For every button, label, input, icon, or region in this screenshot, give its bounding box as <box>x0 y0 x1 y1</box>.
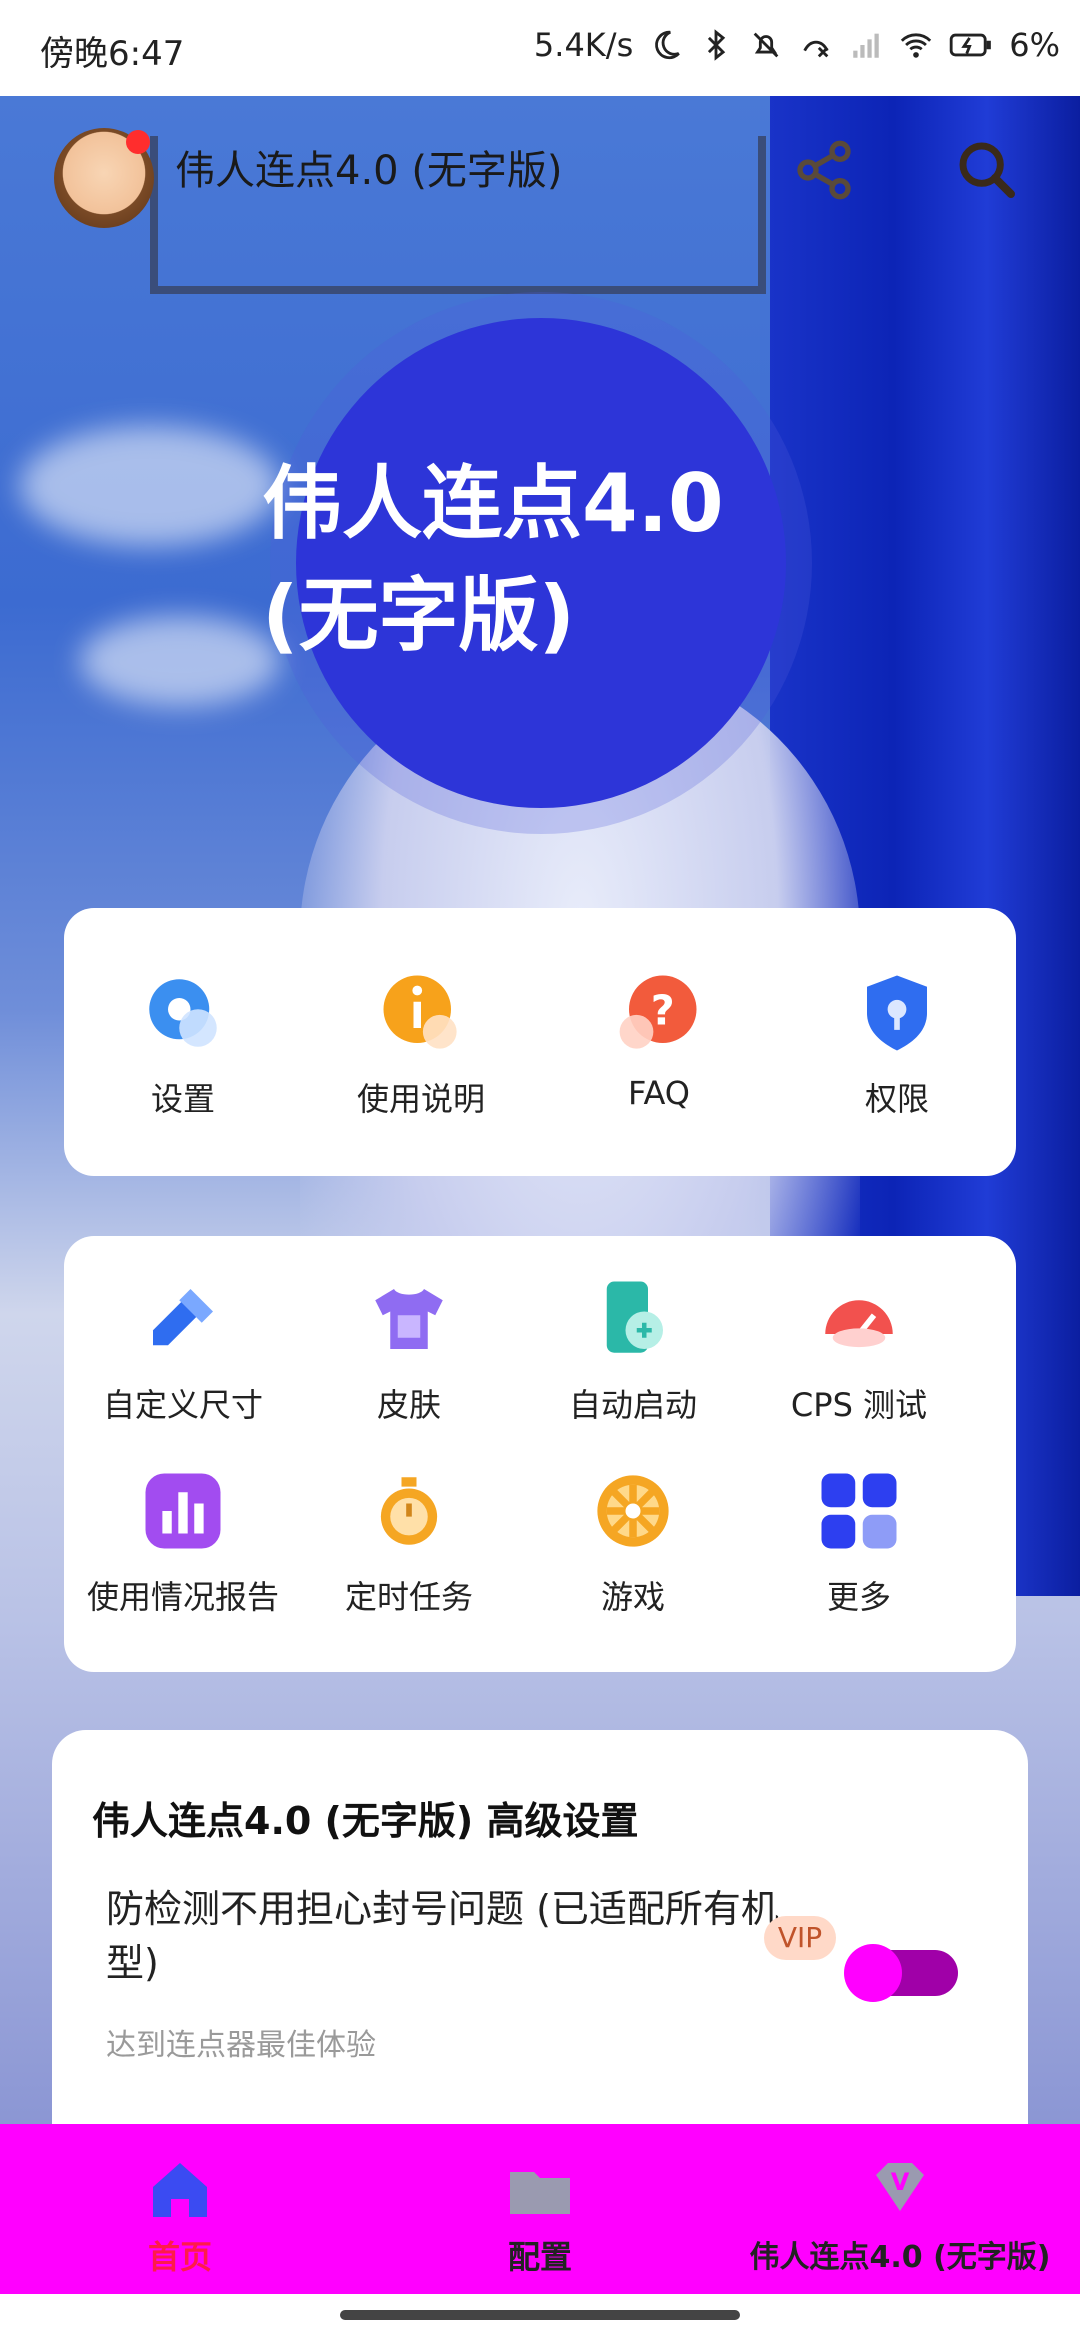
nav-label: 配置 <box>507 2238 572 2276</box>
advanced-settings-card: 伟人连点4.0 (无字版) 高级设置 防检测不用担心封号问题 (已适配所有机型)… <box>52 1730 1028 2130</box>
quick-menu-card: 设置 使用说明 ? FAQ 权限 <box>64 908 1016 1176</box>
hero-title: 伟人连点4.0 (无字版) <box>262 448 822 672</box>
search-icon[interactable] <box>955 138 1019 202</box>
tool-usage-report[interactable]: 使用情况报告 <box>64 1466 302 1618</box>
vip-badge: VIP <box>764 1916 836 1960</box>
anti-detect-option-subtitle: 达到连点器最佳体验 <box>106 2028 376 2063</box>
menu-item-settings[interactable]: 设置 <box>64 968 302 1120</box>
cloud-decoration <box>80 616 280 706</box>
tool-more[interactable]: 更多 <box>740 1466 978 1618</box>
speedometer-icon <box>825 1300 893 1348</box>
status-bar: 傍晚6:47 5.4K/s 6% <box>0 0 1080 96</box>
home-indicator[interactable] <box>340 2310 740 2320</box>
diamond-v-icon: V <box>876 2163 924 2211</box>
tool-label: 自定义尺寸 <box>102 1386 263 1424</box>
tool-skin[interactable]: 皮肤 <box>290 1274 528 1426</box>
tool-game[interactable]: 游戏 <box>514 1466 752 1618</box>
tool-label: 更多 <box>826 1578 891 1616</box>
wheel-icon <box>597 1475 669 1547</box>
signal-icon <box>853 33 879 58</box>
moon-icon <box>655 30 681 60</box>
grid-icon <box>821 1473 897 1549</box>
svg-text:?: ? <box>651 986 675 1034</box>
battery-level: 6% <box>1009 26 1060 64</box>
menu-item-label: 使用说明 <box>356 1080 485 1118</box>
bottom-navigation: 首页 配置 V 伟人连点4.0 (无字版) <box>0 2124 1080 2294</box>
menu-item-label: 设置 <box>150 1080 215 1118</box>
home-icon <box>153 2163 207 2217</box>
folder-icon <box>510 2172 570 2214</box>
advanced-settings-title: 伟人连点4.0 (无字版) 高级设置 <box>92 1799 639 1843</box>
tshirt-icon <box>375 1289 443 1349</box>
nav-config[interactable]: 配置 <box>440 2154 640 2278</box>
tool-auto-start[interactable]: 自动启动 <box>514 1274 752 1426</box>
avatar[interactable] <box>54 128 154 228</box>
phone-link-icon <box>606 1281 663 1353</box>
toggle-knob <box>844 1944 902 2002</box>
net-speed: 5.4K/s <box>533 26 634 64</box>
info-icon <box>383 975 457 1049</box>
tool-label: 游戏 <box>600 1578 665 1616</box>
svg-text:V: V <box>891 2168 910 2196</box>
notification-dot <box>126 130 150 154</box>
menu-item-permissions[interactable]: 权限 <box>778 968 1016 1120</box>
anti-detect-option-text: 防检测不用担心封号问题 (已适配所有机型) <box>106 1887 779 1985</box>
question-icon: ? <box>619 975 697 1049</box>
call-icon <box>803 40 829 58</box>
gear-icon <box>149 979 217 1047</box>
nav-label: 首页 <box>147 2238 212 2276</box>
ruler-pencil-icon <box>153 1289 213 1346</box>
nav-home[interactable]: 首页 <box>80 2154 280 2278</box>
tool-label: 定时任务 <box>344 1578 473 1616</box>
tool-label: 使用情况报告 <box>86 1578 279 1616</box>
menu-item-label: FAQ <box>628 1074 690 1112</box>
battery-icon <box>949 33 992 57</box>
hero-line-2: (无字版) <box>262 569 576 662</box>
shield-icon <box>867 975 927 1051</box>
menu-item-label: 权限 <box>864 1080 929 1118</box>
stopwatch-icon <box>380 1477 438 1545</box>
menu-item-faq[interactable]: ? FAQ <box>540 968 778 1112</box>
tool-label: CPS 测试 <box>790 1386 928 1424</box>
wifi-icon <box>901 33 932 58</box>
nav-app[interactable]: V 伟人连点4.0 (无字版) <box>730 2154 1070 2276</box>
tool-label: 自动启动 <box>568 1386 697 1424</box>
status-time: 傍晚6:47 <box>40 34 185 74</box>
tool-scheduled-task[interactable]: 定时任务 <box>290 1466 528 1618</box>
tool-cps-test[interactable]: CPS 测试 <box>740 1274 978 1426</box>
app-title: 伟人连点4.0 (无字版) <box>175 148 563 194</box>
hero-line-1: 伟人连点4.0 <box>262 457 724 550</box>
cloud-decoration <box>20 426 280 546</box>
tool-custom-size[interactable]: 自定义尺寸 <box>64 1274 302 1426</box>
tool-label: 皮肤 <box>376 1386 441 1424</box>
tools-card: 自定义尺寸 皮肤 自动启动 CPS 测试 使用情况报告 定时任务 游戏 更多 <box>64 1236 1016 1672</box>
bluetooth-icon <box>708 29 726 61</box>
mute-bell-icon <box>753 32 779 58</box>
bar-chart-icon <box>145 1473 221 1549</box>
anti-detect-toggle[interactable] <box>844 1944 958 2002</box>
share-icon[interactable] <box>792 138 856 202</box>
top-app-bar: 伟人连点4.0 (无字版) <box>0 96 1080 228</box>
menu-item-instructions[interactable]: 使用说明 <box>302 968 540 1120</box>
nav-label: 伟人连点4.0 (无字版) <box>749 2240 1051 2275</box>
